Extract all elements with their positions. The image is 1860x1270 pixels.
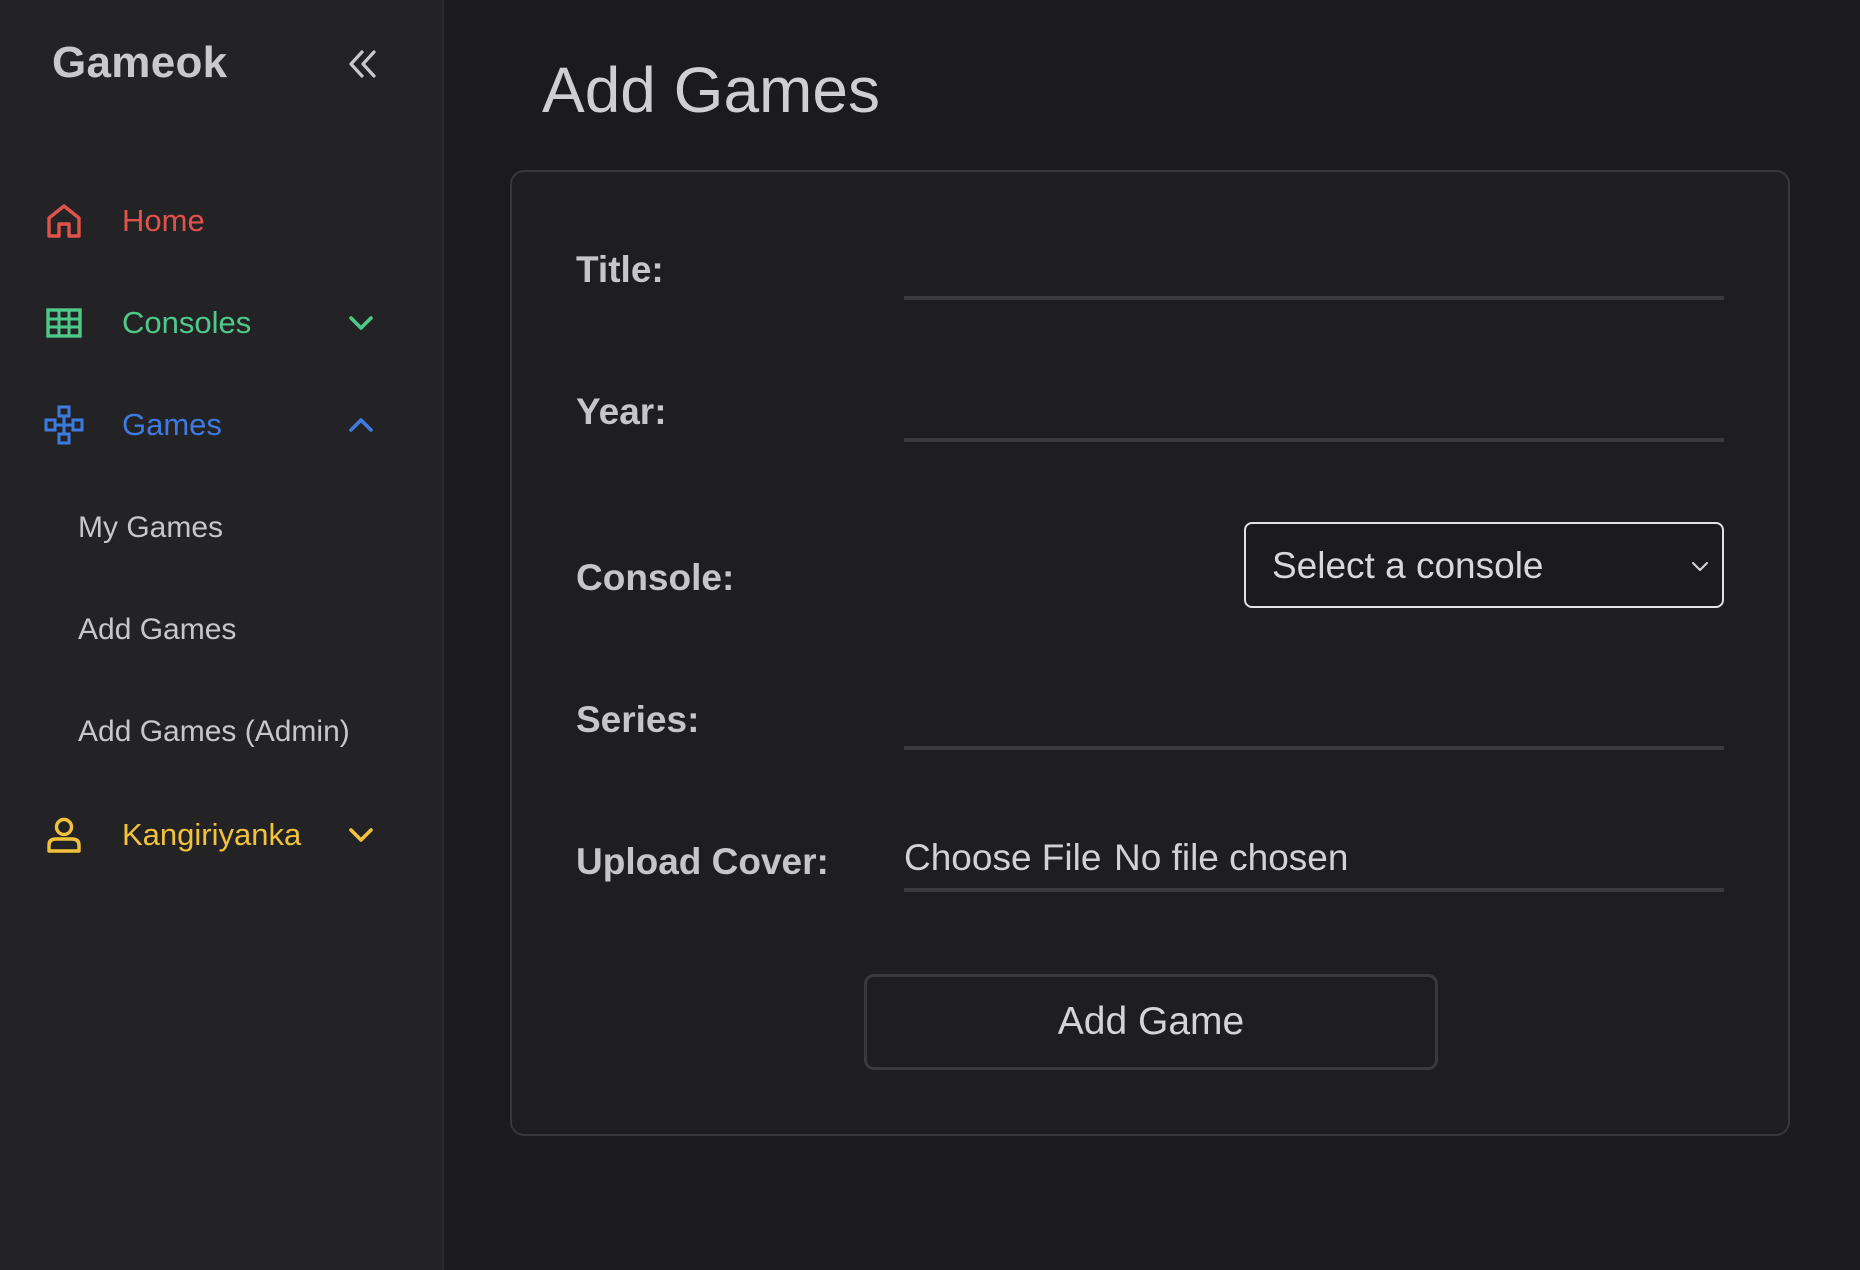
home-icon — [47, 204, 81, 238]
sidebar-item-label: Kangiriyanka — [122, 817, 302, 852]
sidebar-item-label: Games — [122, 407, 222, 442]
console-select[interactable]: Select a console — [1244, 522, 1724, 608]
double-chevron-left-icon — [349, 50, 376, 78]
sidebar-item-label: Consoles — [122, 305, 252, 340]
sidebar-item-consoles[interactable]: Consoles — [0, 288, 444, 358]
add-game-form: Title: Year: Console: Select a console S… — [510, 170, 1790, 1136]
upload-cover-label: Upload Cover: — [576, 841, 829, 882]
chevron-down-icon — [349, 828, 373, 842]
add-game-button[interactable]: Add Game — [864, 974, 1438, 1070]
file-status: No file chosen — [1114, 837, 1349, 878]
page-title: Add Games — [542, 54, 880, 126]
sidebar-subitem-add-games[interactable]: Add Games — [78, 605, 236, 655]
cover-file-input[interactable]: Choose File No file chosen — [904, 832, 1724, 892]
choose-file-button[interactable]: Choose File — [904, 836, 1101, 880]
chevron-down-icon — [349, 316, 373, 330]
sidebar-subitem-my-games[interactable]: My Games — [78, 503, 223, 553]
grid-icon — [46, 308, 82, 338]
user-icon — [47, 817, 81, 853]
sidebar-item-label: Home — [122, 203, 205, 238]
collapse-sidebar-button[interactable] — [344, 46, 380, 82]
sidebar-item-user[interactable]: Kangiriyanka — [0, 800, 444, 870]
title-label: Title: — [576, 249, 664, 290]
series-input[interactable] — [904, 700, 1724, 750]
title-input[interactable] — [904, 250, 1724, 300]
year-input[interactable] — [904, 392, 1724, 442]
console-select-value: Select a console — [1272, 545, 1544, 586]
chevron-up-icon — [349, 418, 373, 432]
brand-logo[interactable]: Gameok — [52, 38, 227, 88]
year-label: Year: — [576, 391, 667, 432]
sidebar-item-games[interactable]: Games — [0, 390, 444, 460]
console-label: Console: — [576, 557, 735, 598]
sidebar-subitem-add-games-admin[interactable]: Add Games (Admin) — [78, 707, 350, 757]
chevron-down-icon — [1692, 562, 1708, 571]
app-root: Gameok Home Consoles Games My Games Add … — [0, 0, 1860, 1270]
gamepad-icon — [44, 405, 84, 445]
series-label: Series: — [576, 699, 700, 740]
sidebar-item-home[interactable]: Home — [0, 186, 444, 256]
sidebar: Gameok Home Consoles Games My Games Add … — [0, 0, 444, 1270]
